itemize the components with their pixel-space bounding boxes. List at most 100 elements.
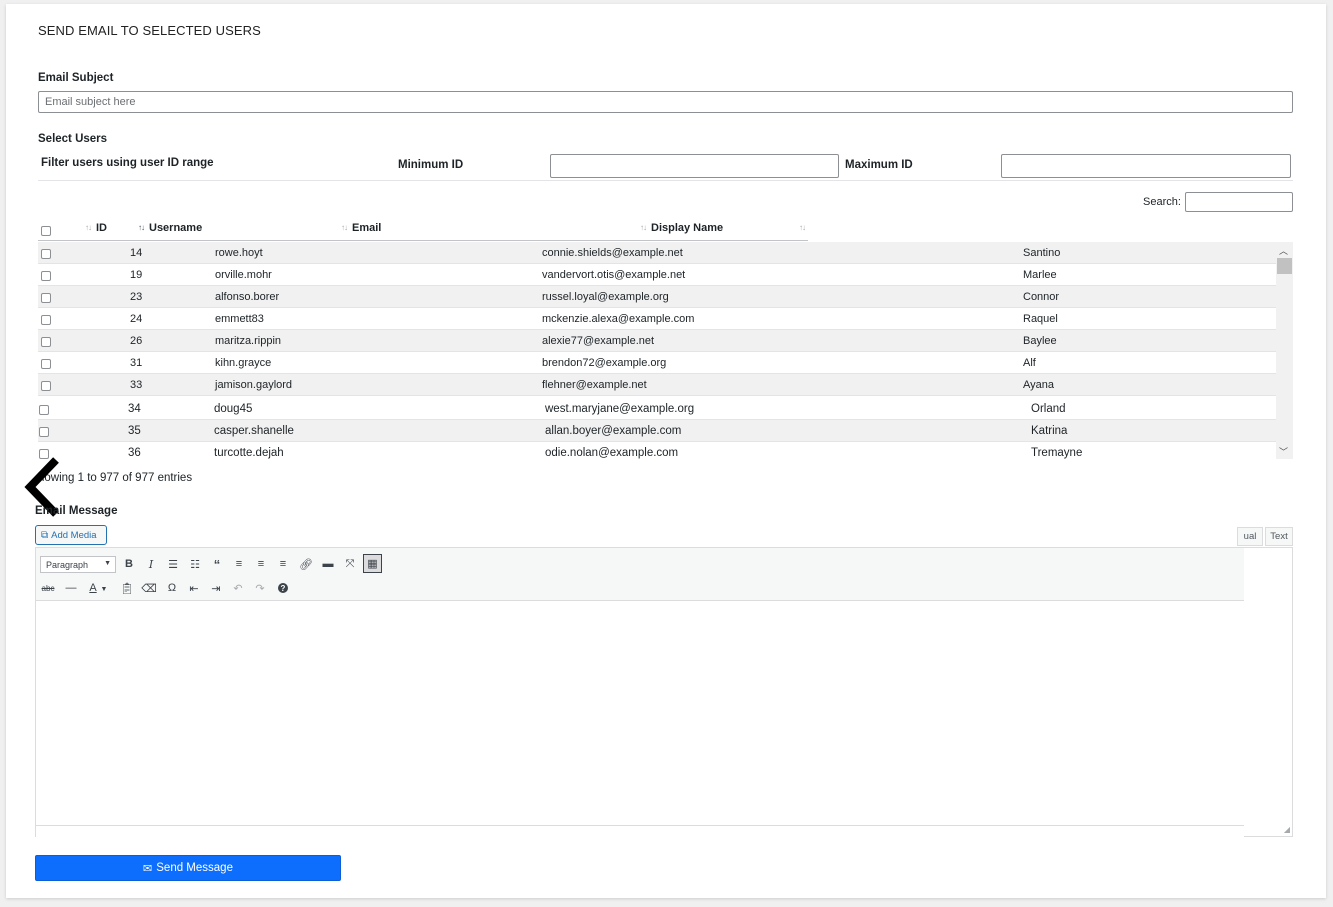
column-header-id[interactable]: ID	[96, 222, 107, 234]
minimum-id-label: Minimum ID	[398, 159, 464, 171]
scrollbar-thumb[interactable]	[1277, 258, 1292, 274]
minimum-id-input[interactable]	[550, 154, 839, 178]
format-select[interactable]: Paragraph ▼	[40, 556, 116, 573]
email-subject-label: Email Subject	[38, 72, 114, 84]
table-row[interactable]: 35 casper.shanelle allan.boyer@example.c…	[38, 420, 1276, 442]
editor-statusbar	[36, 825, 1244, 837]
cell-username: jamison.gaylord	[215, 379, 293, 391]
table-row[interactable]: 34 doug45 west.maryjane@example.org Orla…	[38, 398, 1276, 420]
row-checkbox[interactable]	[41, 271, 51, 281]
link-icon[interactable]: 🔗︎	[297, 555, 315, 573]
redo-icon[interactable]: ↷	[251, 579, 269, 597]
scroll-up-icon[interactable]: ︿	[1279, 244, 1288, 257]
table-row[interactable]: 36 turcotte.dejah odie.nolan@example.com…	[38, 442, 1276, 459]
table-scrollbar[interactable]: ︿ ﹀	[1276, 242, 1293, 459]
add-media-button[interactable]: ⧉ Add Media	[35, 525, 107, 545]
horizontal-line-icon[interactable]: —	[62, 579, 80, 597]
editor-toolbar: Paragraph ▼ B I ☰ ☷ “ ≡ ≡ ≡ 🔗︎ ▬ ⤧ ▦ abc…	[36, 548, 1244, 601]
resize-handle-icon[interactable]: ◢	[1284, 825, 1290, 834]
paste-text-icon[interactable]: 📋︎	[118, 579, 136, 597]
sort-ascending-icon[interactable]: ↑↓	[138, 223, 145, 232]
cell-email: russel.loyal@example.org	[542, 291, 669, 303]
row-checkbox[interactable]	[41, 293, 51, 303]
cell-email: west.maryjane@example.org	[545, 403, 695, 415]
clear-formatting-icon[interactable]: ⌫	[140, 579, 158, 597]
help-icon[interactable]: ?	[274, 579, 292, 597]
read-more-icon[interactable]: ▬	[319, 555, 337, 573]
table-row[interactable]: 19 orville.mohr vandervort.otis@example.…	[38, 264, 1276, 286]
cell-username: orville.mohr	[215, 269, 272, 281]
undo-icon[interactable]: ↶	[229, 579, 247, 597]
message-content-area[interactable]	[36, 602, 1292, 824]
row-checkbox[interactable]	[39, 427, 49, 437]
sort-icon[interactable]: ↑↓	[799, 223, 806, 232]
indent-icon[interactable]: ⇥	[207, 579, 225, 597]
row-checkbox[interactable]	[39, 405, 49, 415]
toolbar-toggle-icon[interactable]: ▦	[363, 554, 382, 573]
cell-username: casper.shanelle	[214, 425, 294, 437]
align-center-icon[interactable]: ≡	[252, 555, 270, 573]
cell-id: 31	[130, 357, 143, 369]
send-message-label: Send Message	[156, 862, 233, 874]
cell-display-name: Alf	[1023, 357, 1036, 369]
table-row[interactable]: 14 rowe.hoyt connie.shields@example.net …	[38, 242, 1276, 264]
scroll-down-icon[interactable]: ﹀	[1279, 445, 1288, 458]
cell-email: mckenzie.alexa@example.com	[542, 313, 695, 325]
align-right-icon[interactable]: ≡	[274, 555, 292, 573]
align-left-icon[interactable]: ≡	[230, 555, 248, 573]
cell-id: 34	[128, 403, 141, 415]
cell-email: flehner@example.net	[542, 379, 647, 391]
table-row[interactable]: 31 kihn.grayce brendon72@example.org Alf	[38, 352, 1276, 374]
row-checkbox[interactable]	[41, 381, 51, 391]
cell-display-name: Santino	[1023, 247, 1061, 259]
sort-icon[interactable]: ↑↓	[85, 223, 92, 232]
cell-id: 23	[130, 291, 143, 303]
cell-email: brendon72@example.org	[542, 357, 667, 369]
email-message-label: Email Message	[35, 505, 118, 517]
row-checkbox[interactable]	[41, 315, 51, 325]
maximum-id-input[interactable]	[1001, 154, 1291, 178]
sort-icon[interactable]: ↑↓	[640, 223, 647, 232]
sort-icon[interactable]: ↑↓	[341, 223, 348, 232]
send-message-button[interactable]: ✉ Send Message	[35, 855, 341, 881]
cell-id: 19	[130, 269, 143, 281]
strikethrough-icon[interactable]: abc	[39, 579, 57, 597]
numbered-list-icon[interactable]: ☷	[186, 555, 204, 573]
format-select-value: Paragraph	[46, 559, 89, 570]
cell-email: vandervort.otis@example.net	[542, 269, 686, 281]
table-row[interactable]: 26 maritza.rippin alexie77@example.net B…	[38, 330, 1276, 352]
send-email-panel: SEND EMAIL TO SELECTED USERS Email Subje…	[6, 4, 1326, 898]
cell-username: emmett83	[215, 313, 264, 325]
table-row[interactable]: 23 alfonso.borer russel.loyal@example.or…	[38, 286, 1276, 308]
tab-text[interactable]: Text	[1265, 527, 1293, 546]
email-subject-input[interactable]	[38, 91, 1293, 113]
tab-visual[interactable]: ual	[1237, 527, 1263, 546]
maximum-id-label: Maximum ID	[845, 159, 913, 171]
italic-icon[interactable]: I	[142, 555, 160, 573]
bold-icon[interactable]: B	[120, 555, 138, 573]
cell-id: 24	[130, 313, 143, 325]
select-all-checkbox[interactable]	[41, 226, 51, 236]
column-header-username[interactable]: Username	[149, 222, 202, 234]
column-header-display-name[interactable]: Display Name	[651, 222, 723, 234]
cell-id: 35	[128, 425, 141, 437]
outdent-icon[interactable]: ⇤	[185, 579, 203, 597]
special-character-icon[interactable]: Ω	[163, 579, 181, 597]
fullscreen-icon[interactable]: ⤧	[341, 555, 359, 573]
search-input[interactable]	[1185, 192, 1293, 212]
table-row[interactable]: 24 emmett83 mckenzie.alexa@example.com R…	[38, 308, 1276, 330]
row-checkbox[interactable]	[41, 249, 51, 259]
filter-range-label: Filter users using user ID range	[41, 157, 214, 169]
caret-down-icon[interactable]: ▼	[99, 580, 109, 598]
column-header-email[interactable]: Email	[352, 222, 381, 234]
add-media-label: Add Media	[51, 529, 97, 541]
blockquote-icon[interactable]: “	[208, 555, 226, 573]
row-checkbox[interactable]	[41, 359, 51, 369]
table-row[interactable]: 33 jamison.gaylord flehner@example.net A…	[38, 374, 1276, 396]
row-checkbox[interactable]	[41, 337, 51, 347]
cell-username: kihn.grayce	[215, 357, 272, 369]
select-users-label: Select Users	[38, 133, 108, 145]
bullet-list-icon[interactable]: ☰	[164, 555, 182, 573]
caret-down-icon: ▼	[104, 560, 111, 567]
cell-id: 33	[130, 379, 143, 391]
